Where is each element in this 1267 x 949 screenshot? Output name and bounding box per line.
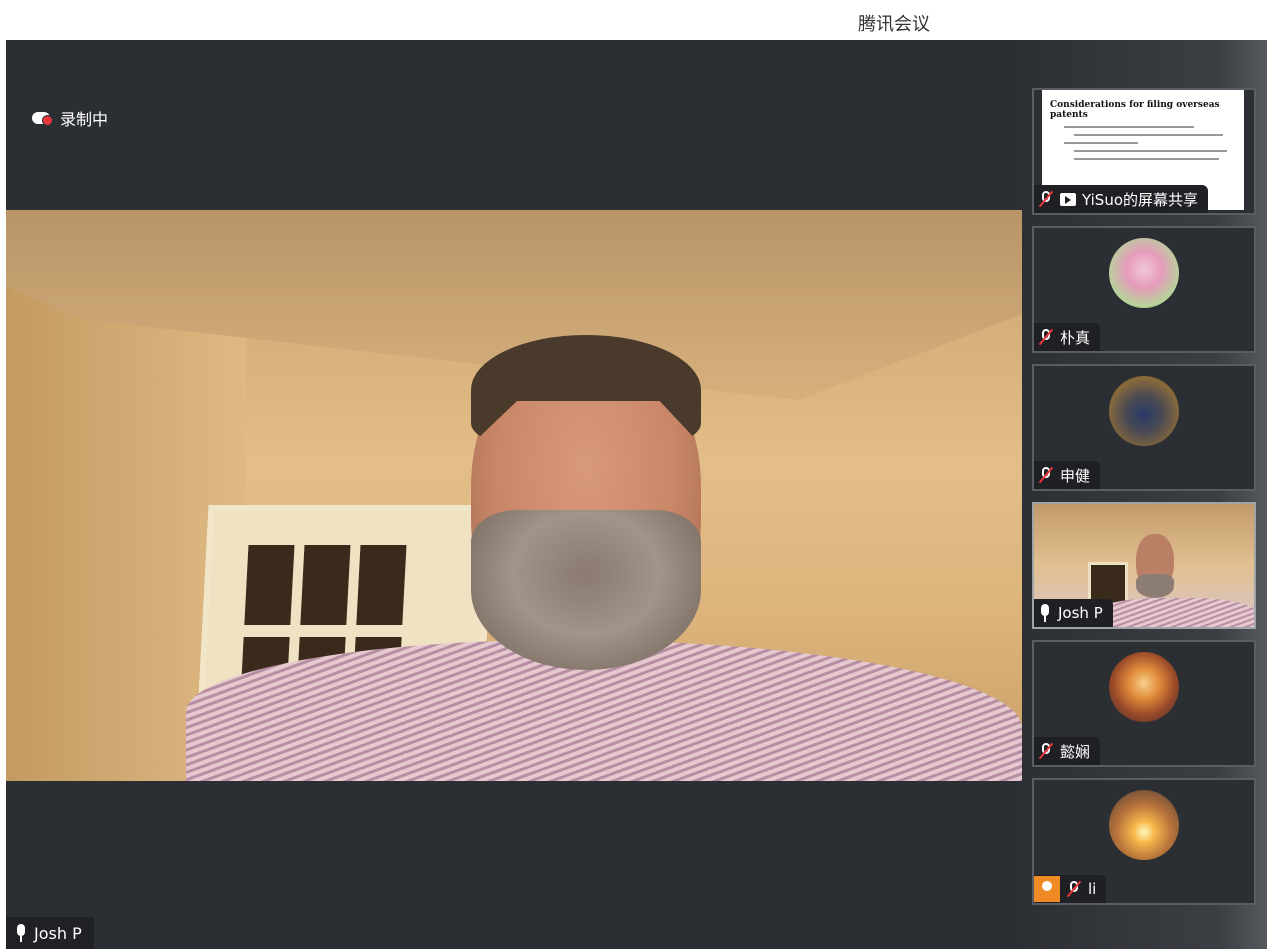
tile-name: li (1088, 880, 1097, 898)
lotus-avatar (1109, 238, 1179, 308)
app-title: 腾讯会议 (858, 14, 930, 35)
tile-label: 朴真 (1034, 323, 1101, 351)
title-bar: 腾讯会议 (0, 0, 1267, 40)
main-video-feed[interactable] (6, 210, 1022, 781)
tile-name: Josh P (1058, 604, 1103, 622)
tile-name: 申健 (1060, 466, 1091, 485)
cloud-record-icon (32, 110, 54, 126)
recording-indicator[interactable]: 录制中 (32, 106, 108, 130)
participant-sidebar[interactable]: Considerations for filing overseas paten… (1022, 40, 1267, 949)
main-speaker-namebar: Josh P (6, 917, 94, 949)
tile-screen-share[interactable]: Considerations for filing overseas paten… (1032, 88, 1256, 215)
screen-share-icon (1060, 192, 1076, 206)
mic-muted-icon (1038, 742, 1054, 760)
host-user-icon (1034, 876, 1060, 902)
tile-participant[interactable]: 朴真 (1032, 226, 1256, 353)
main-stage[interactable]: 录制中 Josh P (6, 40, 1022, 949)
mic-muted-icon (1066, 880, 1082, 898)
tile-participant[interactable]: li (1032, 778, 1256, 905)
tile-label: YiSuo的屏幕共享 (1034, 185, 1209, 213)
tile-name: YiSuo的屏幕共享 (1082, 190, 1199, 209)
main-speaker-name: Josh P (34, 923, 82, 943)
mic-muted-icon (1038, 190, 1054, 208)
sunset-mountain-avatar (1109, 790, 1179, 860)
microphone-icon (1038, 604, 1052, 622)
tile-participant[interactable]: 懿娴 (1032, 640, 1256, 767)
tile-participant-video[interactable]: Josh P (1032, 502, 1256, 629)
tile-name: 朴真 (1060, 328, 1091, 347)
tile-label: Josh P (1034, 599, 1113, 627)
recording-label: 录制中 (60, 110, 109, 129)
person-beard (471, 510, 701, 670)
tile-label: 申健 (1034, 461, 1101, 489)
man-in-suit-avatar (1109, 376, 1179, 446)
mic-muted-icon (1038, 328, 1054, 346)
tile-name: 懿娴 (1060, 742, 1091, 761)
tile-label: li (1034, 875, 1107, 903)
tile-label: 懿娴 (1034, 737, 1101, 765)
mic-muted-icon (1038, 466, 1054, 484)
tile-participant[interactable]: 申健 (1032, 364, 1256, 491)
slide-title: Considerations for filing overseas paten… (1050, 100, 1220, 120)
sunset-avatar (1109, 652, 1179, 722)
microphone-icon (14, 924, 28, 942)
